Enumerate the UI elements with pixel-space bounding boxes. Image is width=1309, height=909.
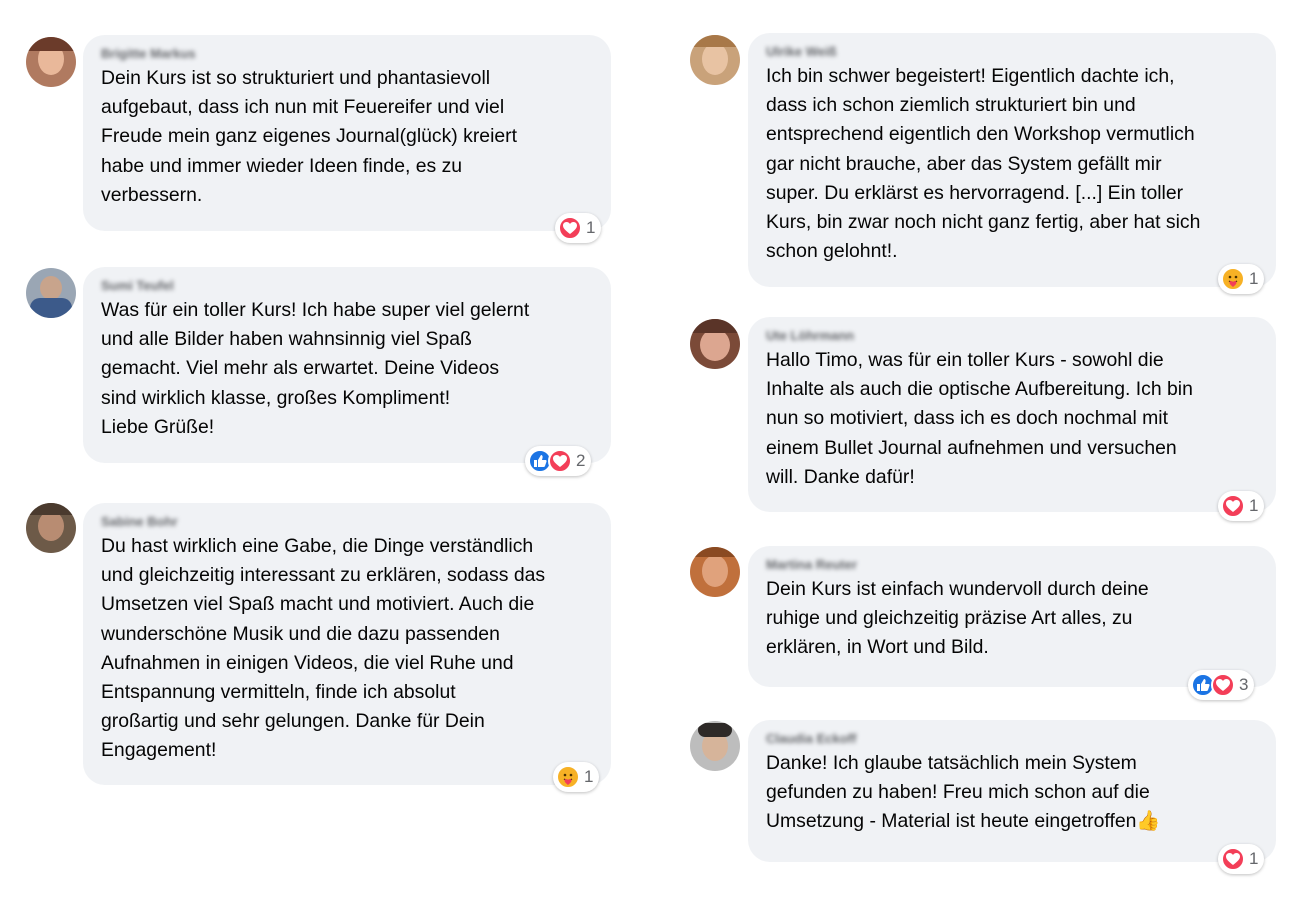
comment-text: Dein Kurs ist einfach wundervoll durch d… (766, 578, 1149, 659)
reaction-count: 3 (1239, 675, 1249, 694)
reaction-summary[interactable]: 1 (1218, 844, 1265, 874)
comment-bubble: Martina Reuter Dein Kurs ist einfach wun… (748, 546, 1276, 687)
avatar[interactable] (690, 35, 740, 85)
reaction-count: 2 (576, 451, 586, 470)
comment-bubble: Sabine Bohr Du hast wirklich eine Gabe, … (83, 503, 611, 785)
reaction-summary[interactable]: 1 (1218, 491, 1265, 521)
comment-bubble: Claudia Eckoff Danke! Ich glaube tatsäch… (748, 720, 1276, 862)
heart-reaction-icon (558, 216, 582, 240)
heart-reaction-icon (1221, 494, 1245, 518)
avatar[interactable] (26, 503, 76, 553)
avatar[interactable] (26, 37, 76, 87)
comment-bubble: Ulrike Weiß Ich bin schwer begeistert! E… (748, 33, 1276, 287)
comment-author[interactable]: Martina Reuter (766, 557, 1258, 573)
comment-author[interactable]: Ute Löhrmann (766, 328, 1258, 344)
care-reaction-icon (556, 765, 580, 789)
reaction-summary[interactable]: 3 (1188, 670, 1255, 700)
comment-author[interactable]: Sumi Teufel (101, 278, 593, 294)
reaction-count: 1 (584, 767, 594, 786)
heart-reaction-icon (1221, 847, 1245, 871)
avatar[interactable] (690, 721, 740, 771)
heart-reaction-icon (1211, 673, 1235, 697)
reaction-summary[interactable]: 1 (553, 762, 600, 792)
heart-reaction-icon (548, 449, 572, 473)
reaction-count: 1 (1249, 269, 1259, 288)
reaction-summary[interactable]: 1 (555, 213, 602, 243)
comment-text: Hallo Timo, was für ein toller Kurs - so… (766, 349, 1193, 488)
reaction-summary[interactable]: 1 (1218, 264, 1265, 294)
care-reaction-icon (1221, 267, 1245, 291)
comment-author[interactable]: Sabine Bohr (101, 514, 593, 530)
comment-author[interactable]: Claudia Eckoff (766, 731, 1258, 747)
reaction-summary[interactable]: 2 (525, 446, 592, 476)
comment-author[interactable]: Ulrike Weiß (766, 44, 1258, 60)
avatar[interactable] (690, 547, 740, 597)
reaction-count: 1 (1249, 496, 1259, 515)
avatar[interactable] (690, 319, 740, 369)
reaction-count: 1 (1249, 849, 1259, 868)
avatar[interactable] (26, 268, 76, 318)
comment-text: Du hast wirklich eine Gabe, die Dinge ve… (101, 535, 546, 762)
comment-bubble: Brigitte Markus Dein Kurs ist so struktu… (83, 35, 611, 231)
comment-bubble: Ute Löhrmann Hallo Timo, was für ein tol… (748, 317, 1276, 512)
reaction-count: 1 (586, 218, 596, 237)
comment-text: Was für ein toller Kurs! Ich habe super … (101, 299, 530, 438)
comment-text: Danke! Ich glaube tatsächlich mein Syste… (766, 752, 1161, 833)
comment-text: Dein Kurs ist so strukturiert und phanta… (101, 67, 518, 206)
comment-text: Ich bin schwer begeistert! Eigentlich da… (766, 65, 1201, 263)
comment-bubble: Sumi Teufel Was für ein toller Kurs! Ich… (83, 267, 611, 463)
comment-author[interactable]: Brigitte Markus (101, 46, 593, 62)
